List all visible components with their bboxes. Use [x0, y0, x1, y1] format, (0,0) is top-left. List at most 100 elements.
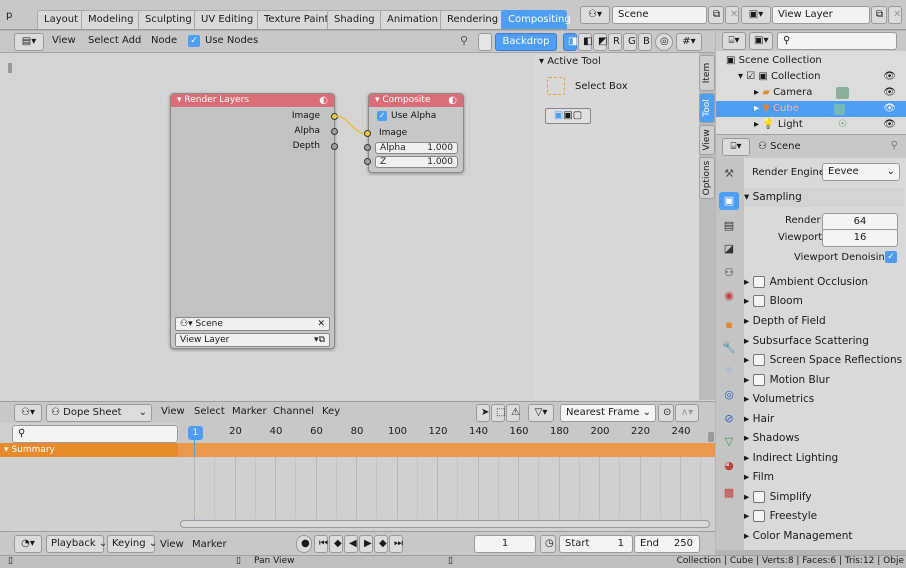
ambient-occlusion-checkbox[interactable]	[752, 276, 765, 288]
bloom-checkbox[interactable]	[752, 295, 765, 307]
use-nodes-checkbox[interactable]: ✓	[188, 35, 200, 47]
select-box-icon[interactable]	[547, 77, 565, 95]
tool-settings-tab-icon[interactable]: ⚒	[719, 165, 739, 183]
clear-scene-icon[interactable]: ✕	[317, 318, 325, 330]
tab-uv-editing[interactable]: UV Editing	[194, 10, 261, 29]
expand-arrow-icon[interactable]: ▸	[754, 87, 762, 98]
mesh-data-icon[interactable]	[834, 104, 845, 115]
channel-search-input[interactable]: ⚲	[12, 425, 178, 443]
filter-icon[interactable]: ▽▾	[528, 404, 554, 422]
modifier-tab-icon[interactable]: 🔧	[719, 339, 739, 357]
panel-subsurface-scattering[interactable]: ▸ Subsurface Scattering	[744, 332, 904, 351]
summary-channel[interactable]: ▾ Summary	[0, 443, 178, 457]
scene-selector[interactable]: ⚇▾	[580, 6, 610, 24]
tab-options[interactable]: Options	[699, 157, 715, 199]
playback-dropdown[interactable]: Playback ⌄	[46, 535, 107, 553]
panel-screen-space-reflections[interactable]: ▸ Screen Space Reflections	[744, 351, 904, 370]
select-mode-icons[interactable]: ▣▣▢	[545, 108, 591, 124]
viewport-denoising-checkbox[interactable]: ✓	[885, 251, 897, 263]
pin-icon[interactable]: ⚲	[460, 34, 468, 47]
use-alpha-checkbox[interactable]: ✓	[377, 111, 387, 121]
tab-layout[interactable]: Layout	[37, 10, 85, 29]
play-reverse-icon[interactable]: ◀	[344, 535, 358, 553]
ssr-checkbox[interactable]	[752, 354, 765, 366]
panel-depth-of-field[interactable]: ▸ Depth of Field	[744, 312, 904, 331]
render-layer-icon[interactable]: ▾⧉	[314, 334, 325, 346]
next-keyframe-icon[interactable]: ◆	[374, 535, 388, 553]
constraints-tab-icon[interactable]: ⊘	[719, 410, 739, 428]
panel-color-management[interactable]: ▸ Color Management	[744, 527, 904, 546]
world-tab-icon[interactable]: ◉	[719, 287, 739, 305]
particles-tab-icon[interactable]: ⁘	[719, 362, 739, 380]
outliner-item-cube[interactable]: ▸ ▼ Cube 👁	[716, 101, 906, 117]
record-icon[interactable]: ●	[296, 535, 312, 553]
tab-item[interactable]: Item	[699, 55, 715, 91]
scene-tab-icon[interactable]: ⚇	[719, 264, 739, 282]
jump-start-icon[interactable]: ⏮	[314, 535, 328, 553]
data-tab-icon[interactable]: ▽	[719, 433, 739, 451]
panel-simplify[interactable]: ▸ Simplify	[744, 488, 904, 507]
menu-select[interactable]: Select	[194, 406, 225, 417]
panel-ambient-occlusion[interactable]: ▸ Ambient Occlusion	[744, 273, 904, 292]
prev-keyframe-icon[interactable]: ◆	[329, 535, 343, 553]
panel-film[interactable]: ▸ Film	[744, 468, 904, 487]
render-engine-dropdown[interactable]: Eevee ⌄	[822, 163, 900, 181]
physics-tab-icon[interactable]: ◎	[719, 386, 739, 404]
new-view-layer-icon[interactable]: ⧉	[871, 6, 887, 24]
keying-dropdown[interactable]: Keying ⌄	[107, 535, 157, 553]
expand-arrow-icon[interactable]: ▸	[754, 119, 762, 130]
channel-rgba-icon[interactable]: ◨	[563, 33, 577, 51]
view-layer-tab-icon[interactable]: ◪	[719, 240, 739, 258]
node-scene-field[interactable]: ⚇▾ Scene ✕	[175, 317, 330, 331]
mode-extend-icon[interactable]: ▣	[563, 110, 572, 121]
menu-key[interactable]: Key	[322, 406, 340, 417]
panel-bloom[interactable]: ▸ Bloom	[744, 292, 904, 311]
tab-shading[interactable]: Shading	[327, 10, 382, 29]
node-preview-icon[interactable]: ◐	[448, 95, 457, 106]
menu-marker[interactable]: Marker	[192, 539, 227, 550]
outliner-item-camera[interactable]: ▸ ▰ Camera 👁	[716, 85, 906, 101]
vertical-scroll-handle[interactable]	[708, 432, 714, 442]
node-view-layer-field[interactable]: View Layer ▾⧉	[175, 333, 330, 347]
tab-texture-paint[interactable]: Texture Paint	[257, 10, 336, 29]
object-tab-icon[interactable]: ▪	[719, 316, 739, 334]
editor-type-selector[interactable]: ▤▾	[14, 33, 44, 51]
z-value-field[interactable]: Z 1.000	[375, 156, 458, 168]
app-menu-fragment[interactable]: p	[6, 10, 12, 21]
light-data-icon[interactable]: ☉	[838, 117, 847, 133]
end-frame-field[interactable]: End 250	[634, 535, 700, 553]
backdrop-toggle-left[interactable]	[478, 33, 492, 51]
menu-view[interactable]: View	[160, 539, 184, 550]
panel-shadows[interactable]: ▸ Shadows	[744, 429, 904, 448]
start-frame-field[interactable]: Start 1	[559, 535, 633, 553]
channel-alpha-icon[interactable]: ◩	[593, 33, 607, 51]
outliner-display-mode[interactable]: ⌸▾	[722, 32, 746, 50]
view-layer-selector[interactable]: ▣▾	[741, 6, 771, 24]
node-preview-icon[interactable]: ◐	[319, 95, 328, 106]
box-select-icon[interactable]: ⬚	[491, 404, 505, 422]
backdrop-button[interactable]: Backdrop	[495, 33, 557, 51]
scene-breadcrumb[interactable]: ⚇ Scene	[758, 141, 801, 152]
toolbar-collapse-handle[interactable]	[8, 63, 12, 73]
channel-b-button[interactable]: B	[638, 33, 652, 51]
menu-add[interactable]: Add	[122, 35, 141, 46]
delete-view-layer-icon[interactable]: ✕	[888, 6, 902, 24]
freestyle-checkbox[interactable]	[752, 510, 765, 522]
snapping-icon[interactable]: #▾	[676, 33, 702, 51]
jump-end-icon[interactable]: ⏭	[389, 535, 403, 553]
render-layers-header[interactable]: ▾ Render Layers	[171, 94, 334, 107]
scene-name-field[interactable]: Scene	[612, 6, 707, 24]
panel-motion-blur[interactable]: ▸ Motion Blur	[744, 371, 904, 390]
material-tab-icon[interactable]: ◕	[719, 457, 739, 475]
visibility-eye-icon[interactable]: 👁	[883, 85, 896, 101]
socket-image-in[interactable]	[364, 130, 371, 137]
menu-node[interactable]: Node	[151, 35, 177, 46]
play-icon[interactable]: ▶	[359, 535, 373, 553]
output-tab-icon[interactable]: ▤	[719, 217, 739, 235]
visibility-eye-icon[interactable]: 👁	[883, 117, 896, 133]
channel-rgb-icon[interactable]: ◧	[578, 33, 592, 51]
new-scene-icon[interactable]: ⧉	[708, 6, 724, 24]
simplify-checkbox[interactable]	[752, 491, 765, 503]
tab-animation[interactable]: Animation	[380, 10, 445, 29]
delete-scene-icon[interactable]: ✕	[725, 6, 739, 24]
